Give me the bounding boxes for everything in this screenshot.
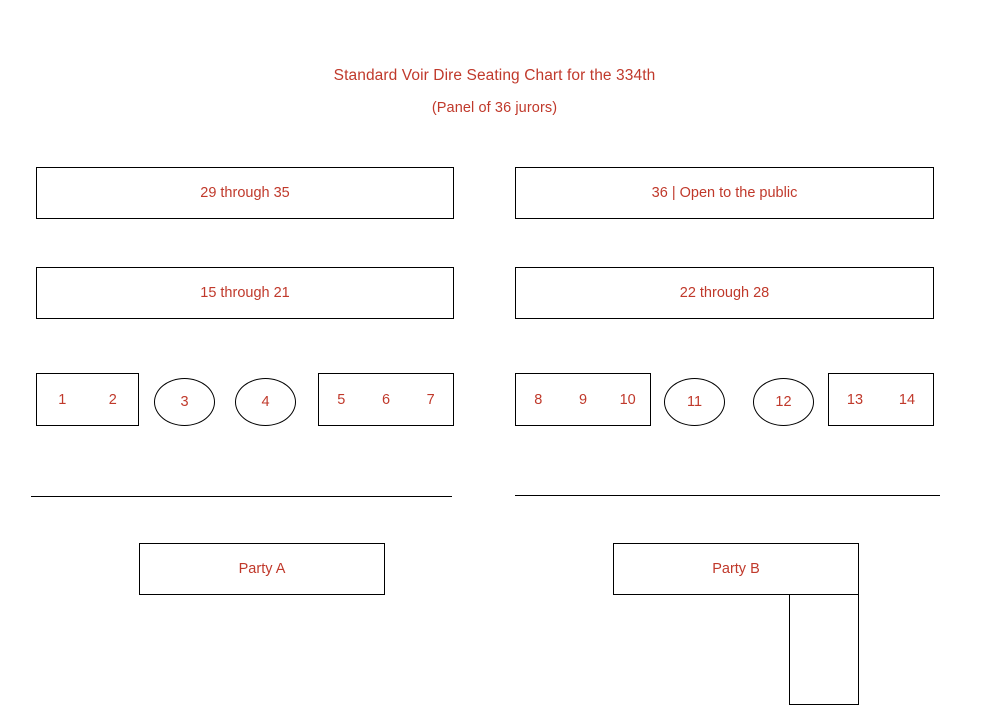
seat-number: 14 — [898, 391, 916, 408]
seat-block-middle-left-label: 15 through 21 — [200, 285, 290, 301]
seat-number: 1 — [58, 391, 67, 408]
seat-number-row: 5 6 7 — [319, 392, 453, 408]
party-a-table[interactable]: Party A — [139, 543, 385, 595]
seat-number: 2 — [108, 391, 117, 408]
seat-block-front-left-1-2[interactable]: 1 2 — [36, 373, 139, 426]
seat-number: 11 — [686, 394, 703, 410]
seat-ellipse-4[interactable]: 4 — [235, 378, 296, 426]
seat-number-row: 1 2 — [37, 392, 138, 408]
seat-block-back-left-label: 29 through 35 — [200, 185, 290, 201]
seat-number: 13 — [846, 391, 864, 408]
seat-number: 3 — [180, 394, 189, 410]
seat-block-front-right-13-14[interactable]: 13 14 — [828, 373, 934, 426]
divider-right — [515, 495, 940, 496]
seat-number: 9 — [578, 391, 588, 408]
divider-left — [31, 496, 452, 497]
seat-block-front-left-5-7[interactable]: 5 6 7 — [318, 373, 454, 426]
page-title: Standard Voir Dire Seating Chart for the… — [333, 67, 656, 84]
seat-block-middle-left[interactable]: 15 through 21 — [36, 267, 454, 319]
seat-number: 6 — [381, 391, 391, 408]
party-a-label: Party A — [238, 561, 286, 577]
seat-ellipse-3[interactable]: 3 — [154, 378, 215, 426]
seat-block-back-right-label: 36 | Open to the public — [651, 185, 798, 201]
seat-ellipse-11[interactable]: 11 — [664, 378, 725, 426]
seat-block-back-right[interactable]: 36 | Open to the public — [515, 167, 934, 219]
party-b-annex-table[interactable] — [789, 595, 859, 705]
seat-number-row: 13 14 — [829, 392, 933, 408]
seat-block-front-right-8-10[interactable]: 8 9 10 — [515, 373, 651, 426]
seat-ellipse-12[interactable]: 12 — [753, 378, 814, 426]
seat-number: 7 — [426, 391, 435, 408]
page-subtitle: (Panel of 36 jurors) — [431, 100, 558, 116]
seating-chart-canvas: Standard Voir Dire Seating Chart for the… — [0, 0, 989, 724]
seat-block-back-left[interactable]: 29 through 35 — [36, 167, 454, 219]
seat-number: 4 — [261, 394, 270, 410]
seat-number: 5 — [337, 391, 346, 408]
seat-block-middle-right-label: 22 through 28 — [679, 285, 770, 301]
seat-number: 8 — [534, 391, 543, 408]
party-b-table[interactable]: Party B — [613, 543, 859, 595]
seat-number: 10 — [619, 391, 636, 408]
seat-number-row: 8 9 10 — [516, 392, 650, 408]
seat-block-middle-right[interactable]: 22 through 28 — [515, 267, 934, 319]
party-b-label: Party B — [712, 561, 760, 577]
seat-number: 12 — [775, 394, 792, 410]
